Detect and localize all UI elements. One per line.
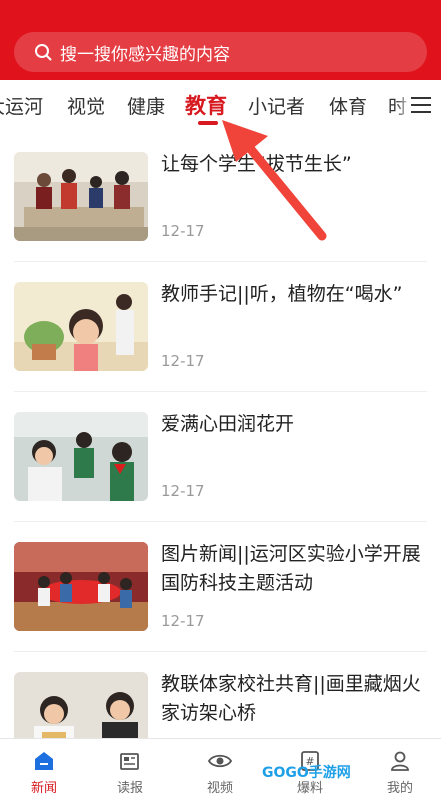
- article-title: 教联体家校社共育||画里藏烟火 家访架心桥: [161, 673, 421, 724]
- search-bar[interactable]: 搜一搜你感兴趣的内容: [14, 32, 427, 72]
- watermark-logo: GOGO手游网: [262, 765, 351, 781]
- article-item[interactable]: 教师手记||听，植物在“喝水” 12-17: [0, 262, 441, 392]
- search-placeholder: 搜一搜你感兴趣的内容: [60, 44, 230, 65]
- nav-label: 视频: [206, 781, 233, 796]
- tab-visual[interactable]: 视觉: [67, 92, 105, 119]
- article-title: 让每个学生“拔节生长”: [161, 153, 352, 175]
- eye-icon: [208, 754, 232, 768]
- tab-health[interactable]: 健康: [127, 92, 165, 119]
- article-title: 图片新闻||运河区实验小学开展国防科技主题活动: [161, 543, 421, 594]
- nav-newspaper[interactable]: 读报: [86, 739, 174, 796]
- article-item[interactable]: 爱满心田润花开 12-17: [0, 392, 441, 522]
- news-home-icon: [35, 752, 53, 770]
- tab-little-reporter[interactable]: 小记者: [248, 92, 305, 119]
- article-thumbnail: [14, 542, 148, 631]
- article-date: 12-17: [161, 352, 205, 370]
- category-tabs: 大运河 视觉 健康 教育 小记者 体育 时: [0, 80, 441, 132]
- tab-education[interactable]: 教育: [185, 90, 227, 120]
- search-icon: [35, 44, 52, 61]
- nav-video[interactable]: 视频: [176, 739, 264, 796]
- article-title: 爱满心田润花开: [161, 413, 295, 435]
- article-title: 教师手记||听，植物在“喝水”: [161, 283, 403, 305]
- nav-profile[interactable]: 我的: [356, 739, 441, 796]
- tab-sports[interactable]: 体育: [329, 92, 367, 119]
- newspaper-icon: [120, 753, 139, 770]
- article-date: 12-17: [161, 482, 205, 500]
- article-item[interactable]: 图片新闻||运河区实验小学开展国防科技主题活动 12-17: [0, 522, 441, 652]
- article-item[interactable]: 让每个学生“拔节生长” 12-17: [0, 132, 441, 262]
- article-thumbnail: [14, 282, 148, 371]
- menu-icon[interactable]: [411, 96, 431, 114]
- article-thumbnail: [14, 412, 148, 501]
- nav-news[interactable]: 新闻: [0, 739, 88, 796]
- article-date: 12-17: [161, 612, 205, 630]
- active-tab-indicator: [198, 121, 218, 125]
- nav-label: 我的: [386, 781, 413, 796]
- article-thumbnail: [14, 152, 148, 241]
- app-header: 搜一搜你感兴趣的内容: [0, 0, 441, 80]
- nav-label: 读报: [116, 781, 143, 796]
- nav-label: 新闻: [30, 781, 57, 796]
- bottom-nav: 新闻 读报 视频 # 爆料 我的: [0, 738, 441, 796]
- tab-grand-canal[interactable]: 大运河: [0, 92, 43, 119]
- article-date: 12-17: [161, 222, 205, 240]
- user-icon: [391, 751, 409, 771]
